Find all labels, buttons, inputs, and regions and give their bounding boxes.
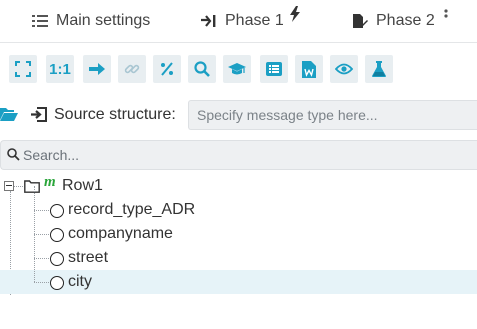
graduation-cap-icon	[228, 63, 246, 75]
link-icon	[124, 64, 140, 74]
source-structure-row: Source structure:	[0, 100, 477, 130]
tree-connector	[34, 210, 49, 211]
arrow-to-line-icon	[201, 14, 217, 28]
tree-connector	[14, 186, 23, 187]
tree-node-city[interactable]: city	[0, 258, 477, 294]
field-circle-icon	[50, 276, 64, 290]
tree-node-street[interactable]: street	[0, 234, 477, 270]
bolt-icon	[289, 6, 301, 27]
mapping-badge: m	[44, 174, 56, 190]
field-circle-icon	[50, 228, 64, 242]
tree-guide-line	[34, 258, 35, 282]
tab-phase-2-label: Phase 2	[376, 12, 435, 29]
one-to-one-label: 1:1	[49, 60, 71, 78]
eye-button[interactable]	[330, 55, 358, 83]
percent-button[interactable]	[153, 55, 181, 83]
link-button[interactable]	[118, 55, 146, 83]
search-button[interactable]	[188, 55, 216, 83]
list-button[interactable]	[260, 55, 288, 83]
tree-node-label: city	[68, 273, 92, 290]
toolbar: 1:1	[0, 43, 477, 95]
source-structure-label: Source structure:	[54, 106, 176, 123]
tree-connector	[34, 258, 49, 259]
flask-button[interactable]	[365, 55, 393, 83]
arrow-right-icon	[89, 63, 105, 75]
tab-bar: Main settings Phase 1 Phase 2	[0, 0, 477, 43]
tab-main-settings[interactable]: Main settings	[32, 0, 150, 42]
tree-node-root[interactable]: m Row1	[0, 174, 477, 198]
collapse-toggle[interactable]	[4, 181, 14, 191]
arrow-right-button[interactable]	[83, 55, 111, 83]
tab-main-settings-label: Main settings	[56, 12, 151, 29]
percent-icon	[161, 62, 173, 76]
search-icon	[194, 61, 210, 77]
message-type-input[interactable]	[188, 100, 477, 130]
eye-icon	[335, 63, 353, 75]
folder-open-icon[interactable]	[0, 107, 18, 126]
flask-icon	[372, 61, 386, 77]
tree-connector	[34, 234, 49, 235]
word-document-icon	[302, 60, 316, 78]
file-signature-icon	[352, 13, 368, 29]
search-icon	[7, 148, 20, 166]
tab-phase-2[interactable]: Phase 2	[352, 0, 435, 42]
search-input[interactable]	[23, 141, 463, 169]
tree-node-record-type-adr[interactable]: record_type_ADR	[0, 186, 477, 222]
folder-icon	[24, 180, 40, 198]
tree-guide-line	[34, 234, 35, 258]
tree-node-label: companyname	[68, 225, 173, 242]
list-icon	[266, 62, 282, 76]
tree-guide-line	[34, 210, 35, 234]
one-to-one-button[interactable]: 1:1	[46, 55, 74, 83]
tab-phase-1[interactable]: Phase 1	[201, 0, 284, 42]
fullscreen-button[interactable]	[9, 55, 37, 83]
search-bar	[0, 140, 477, 170]
kebab-menu-icon[interactable]	[444, 9, 448, 28]
word-document-button[interactable]	[295, 55, 323, 83]
tree-node-label: record_type_ADR	[68, 201, 196, 218]
list-icon	[32, 14, 48, 28]
tree-node-label: Row1	[62, 177, 103, 194]
field-circle-icon	[50, 252, 64, 266]
structure-tree: m Row1 record_type_ADR companyname stree…	[0, 174, 477, 314]
field-circle-icon	[50, 204, 64, 218]
tree-connector	[34, 282, 49, 283]
fullscreen-icon	[15, 61, 31, 77]
tree-node-companyname[interactable]: companyname	[0, 210, 477, 246]
tab-phase-1-label: Phase 1	[225, 12, 284, 29]
graduation-cap-button[interactable]	[223, 55, 251, 83]
tree-node-label: street	[68, 249, 109, 266]
sign-in-icon[interactable]	[31, 107, 47, 127]
tree-guide-line	[34, 186, 35, 210]
